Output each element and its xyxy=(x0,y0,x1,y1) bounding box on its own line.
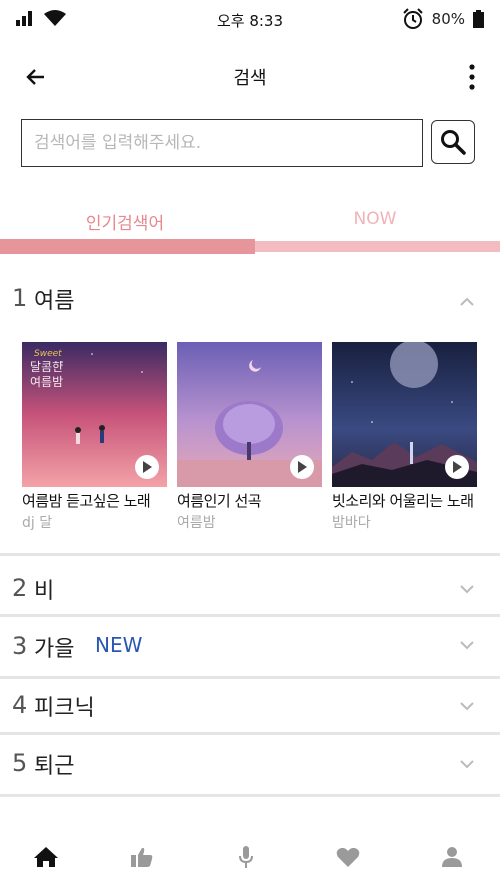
bottom-nav xyxy=(0,830,500,889)
cover-title-text: 달콤한 여름밤 xyxy=(30,360,64,389)
playlist-card[interactable]: 여름인기 선곡 여름밤 xyxy=(177,342,322,532)
tab-bar: 인기검색어 NOW xyxy=(0,200,500,256)
playlist-title: 여름밤 듣고싶은 노래 xyxy=(22,492,151,510)
keyword-label: 비 xyxy=(34,579,55,604)
tab-now[interactable]: NOW xyxy=(250,200,500,256)
chevron-down-icon[interactable] xyxy=(460,760,474,769)
keyword-row-3[interactable]: 3 가을 NEW xyxy=(0,617,500,679)
playlist-cover: Sweet 달콤한 여름밤 xyxy=(22,342,167,487)
microphone-icon xyxy=(239,846,253,868)
nav-likes[interactable] xyxy=(333,842,363,872)
tab-popular-label: 인기검색어 xyxy=(85,214,165,234)
nav-recommend[interactable] xyxy=(127,842,157,872)
keyword-rank: 5 xyxy=(12,749,28,777)
search-button[interactable] xyxy=(431,120,475,164)
play-button[interactable] xyxy=(290,455,314,479)
keyword-row-2[interactable]: 2 비 xyxy=(0,559,500,617)
alarm-icon xyxy=(402,8,423,29)
status-right: 80% xyxy=(402,8,484,30)
playlist-card[interactable]: Sweet 달콤한 여름밤 여름밤 듣고싶은 노래 dj 달 xyxy=(22,342,167,532)
keyword-label: 여름 xyxy=(34,289,75,314)
tab-popular-indicator xyxy=(0,239,255,254)
status-bar: 오후 8:33 80% xyxy=(0,0,500,40)
playlist-cover xyxy=(332,342,477,487)
keyword-label: 피크닉 xyxy=(34,696,95,721)
playlist-title: 여름인기 선곡 xyxy=(177,492,262,510)
keyword-row-4[interactable]: 4 피크닉 xyxy=(0,679,500,735)
playlist-title: 빗소리와 어울리는 노래 xyxy=(332,492,474,510)
chevron-down-icon[interactable] xyxy=(460,702,474,711)
keyword-rank: 3 xyxy=(12,632,28,660)
new-badge: NEW xyxy=(95,633,143,657)
nav-profile[interactable] xyxy=(437,842,467,872)
keyword-rank: 2 xyxy=(12,574,28,602)
keyword-label: 가을 xyxy=(34,637,75,662)
playlist-curator: 밤바다 xyxy=(332,515,371,531)
play-icon xyxy=(453,461,462,473)
person-icon xyxy=(442,847,462,867)
chevron-down-icon[interactable] xyxy=(460,585,474,594)
tab-now-label: NOW xyxy=(353,209,397,229)
play-button[interactable] xyxy=(135,455,159,479)
nav-voice[interactable] xyxy=(231,842,261,872)
play-button[interactable] xyxy=(445,455,469,479)
chevron-up-icon[interactable] xyxy=(460,297,474,306)
thumbs-up-icon xyxy=(131,847,153,867)
tab-now-indicator xyxy=(255,241,500,252)
playlist-cards: Sweet 달콤한 여름밤 여름밤 듣고싶은 노래 dj 달 여름인기 선곡 여… xyxy=(0,342,500,532)
keyword-rank: 4 xyxy=(12,691,28,719)
app-bar: 검색 xyxy=(0,50,500,102)
home-icon xyxy=(34,847,58,867)
tab-popular[interactable]: 인기검색어 xyxy=(0,200,255,256)
cover-sub-text: Sweet xyxy=(34,349,62,359)
heart-icon xyxy=(336,847,360,867)
battery-percent: 80% xyxy=(431,10,465,28)
keyword-rank: 1 xyxy=(12,284,28,312)
chevron-down-icon[interactable] xyxy=(460,641,474,650)
play-icon xyxy=(143,461,152,473)
playlist-curator: dj 달 xyxy=(22,515,53,531)
playlist-card[interactable]: 빗소리와 어울리는 노래 밤바다 xyxy=(332,342,477,532)
battery-icon xyxy=(473,10,484,28)
keyword-row-5[interactable]: 5 퇴근 xyxy=(0,735,500,797)
more-menu-button[interactable] xyxy=(462,62,482,92)
keyword-label: 퇴근 xyxy=(34,754,75,779)
playlist-curator: 여름밤 xyxy=(177,515,216,531)
play-icon xyxy=(298,461,307,473)
more-vertical-icon xyxy=(469,64,475,90)
playlist-cover xyxy=(177,342,322,487)
page-title: 검색 xyxy=(233,68,267,89)
search-icon xyxy=(441,130,466,155)
nav-home[interactable] xyxy=(31,842,61,872)
search-input[interactable] xyxy=(21,119,423,167)
